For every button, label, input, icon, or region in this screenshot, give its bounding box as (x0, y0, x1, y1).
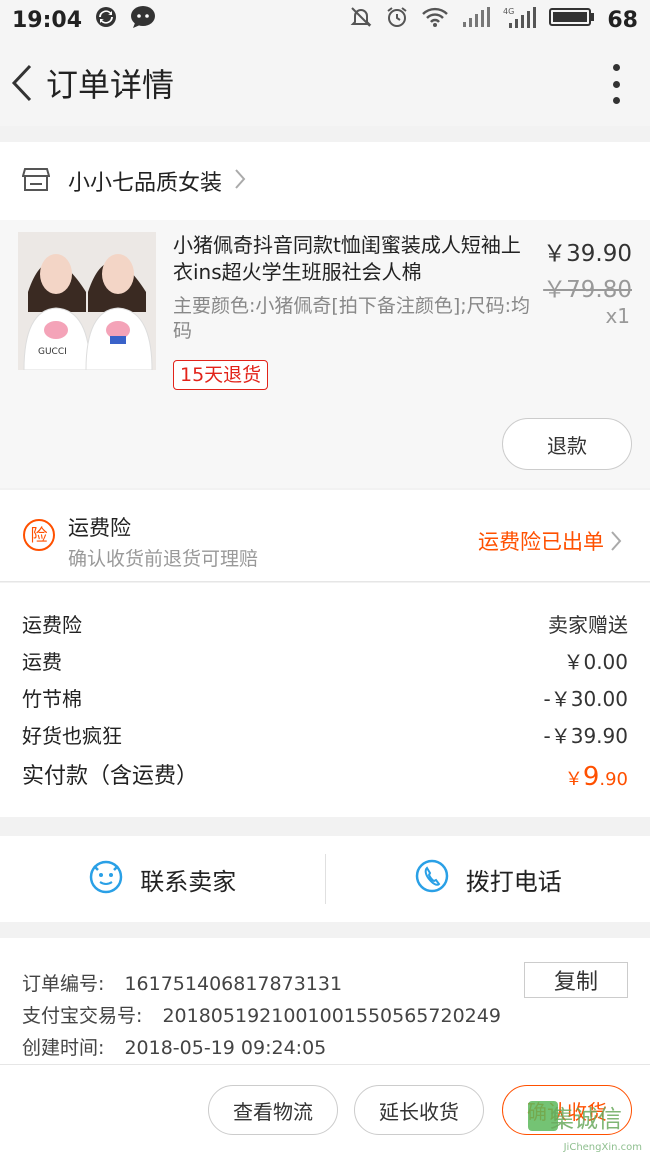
fee-value: -￥30.00 (543, 687, 628, 711)
fee-label: 运费 (22, 650, 62, 674)
sync-icon (94, 5, 118, 35)
product-image[interactable]: GUCCI (18, 232, 156, 370)
bottom-action-bar: 查看物流 延长收货 确认收货 集诚信 JiChengXin.com (0, 1064, 650, 1155)
battery-icon (549, 7, 595, 33)
chat-bubble-icon (130, 5, 156, 35)
shop-row[interactable]: 小小七品质女装 (0, 142, 650, 220)
more-menu-button[interactable] (606, 64, 626, 104)
chevron-right-icon (234, 168, 246, 194)
order-item[interactable]: GUCCI 小猪佩奇抖音同款t恤闺蜜装成人短袖上衣ins超火学生班服社会人棉 主… (0, 220, 650, 488)
alipay-number-value: 2018051921001001550565720249 (162, 1005, 501, 1027)
shipping-insurance-row[interactable]: 险 运费险 确认收货前退货可理赔 运费险已出单 (0, 490, 650, 582)
fee-row: 竹节棉 -￥30.00 (22, 681, 628, 718)
total-paid-value: ￥9.90 (565, 755, 628, 799)
return-policy-badge: 15天退货 (173, 360, 269, 390)
created-time-value: 2018-05-19 09:24:05 (124, 1037, 327, 1059)
fee-value: ￥0.00 (563, 650, 628, 674)
nav-bar: 订单详情 (0, 40, 650, 126)
fee-row: 好货也疯狂 -￥39.90 (22, 718, 628, 755)
insurance-status: 运费险已出单 (478, 530, 604, 554)
status-bar: 19:04 4G 68 (0, 0, 650, 40)
shop-name: 小小七品质女装 (68, 171, 223, 196)
signal-4g-icon: 4G (503, 5, 537, 35)
product-spec: 主要颜色:小猪佩奇[拍下备注颜色];尺码:均码 (173, 295, 531, 342)
product-quantity: x1 (605, 304, 630, 328)
battery-level: 68 (607, 7, 638, 33)
insurance-icon-char: 险 (31, 526, 48, 546)
watermark: 集诚信 JiChengXin.com (526, 1095, 646, 1153)
total-currency: ￥ (564, 769, 583, 790)
product-title[interactable]: 小猪佩奇抖音同款t恤闺蜜装成人短袖上衣ins超火学生班服社会人棉 (173, 232, 533, 286)
created-time-label: 创建时间: (22, 1037, 105, 1059)
refund-button[interactable]: 退款 (502, 418, 632, 470)
insurance-subtitle: 确认收货前退货可理赔 (68, 548, 259, 570)
svg-text:4G: 4G (503, 7, 514, 16)
fee-row: 运费险 卖家赠送 (22, 607, 628, 644)
total-int: 9 (582, 762, 600, 792)
alipay-number-label: 支付宝交易号: (22, 1005, 143, 1027)
copy-button[interactable]: 复制 (524, 962, 628, 998)
watermark-logo-icon: 集诚信 (528, 1101, 622, 1133)
watermark-text: JiChengXin.com (563, 1142, 642, 1153)
fee-label: 运费险 (22, 613, 82, 637)
more-dot-icon (612, 80, 620, 88)
chevron-right-icon (610, 530, 622, 556)
svg-text:集诚信: 集诚信 (550, 1105, 622, 1133)
signal-icon (461, 6, 491, 34)
extend-receipt-button[interactable]: 延长收货 (354, 1085, 484, 1135)
chevron-left-icon (11, 64, 32, 102)
total-paid-label: 实付款（含运费） (22, 764, 199, 789)
svg-text:GUCCI: GUCCI (38, 347, 67, 357)
wifi-icon (421, 6, 449, 34)
page-title: 订单详情 (46, 66, 175, 104)
contact-bar: 联系卖家 拨打电话 (0, 836, 650, 922)
mute-icon (349, 5, 373, 35)
call-phone-label: 拨打电话 (465, 867, 562, 896)
total-paid-row: 实付款（含运费） ￥9.90 (22, 755, 628, 799)
created-time-row: 创建时间: 2018-05-19 09:24:05 (22, 1032, 628, 1064)
product-original-price: ￥79.80 (543, 277, 632, 303)
more-dot-icon (612, 97, 620, 104)
fee-value: 卖家赠送 (548, 613, 628, 637)
insurance-title: 运费险 (68, 516, 131, 540)
chat-face-icon (88, 858, 124, 900)
more-dot-icon (612, 64, 620, 71)
fee-summary: 运费险 卖家赠送 运费 ￥0.00 竹节棉 -￥30.00 好货也疯狂 -￥39… (0, 583, 650, 817)
alarm-icon (385, 5, 409, 35)
alipay-number-row: 支付宝交易号: 2018051921001001550565720249 (22, 1000, 628, 1032)
order-number-label: 订单编号: (22, 973, 105, 995)
store-icon (21, 166, 51, 196)
fee-label: 好货也疯狂 (22, 724, 122, 748)
view-logistics-button[interactable]: 查看物流 (208, 1085, 338, 1135)
order-info: 订单编号: 161751406817873131 支付宝交易号: 2018051… (0, 938, 650, 1064)
phone-icon (414, 858, 450, 900)
insurance-icon: 险 (22, 518, 56, 556)
product-price: ￥39.90 (543, 241, 632, 267)
order-number-value: 161751406817873131 (124, 973, 343, 995)
fee-row: 运费 ￥0.00 (22, 644, 628, 681)
call-phone-button[interactable]: 拨打电话 (326, 836, 650, 922)
fee-value: -￥39.90 (543, 724, 628, 748)
back-button[interactable] (4, 58, 40, 108)
fee-label: 竹节棉 (22, 687, 82, 711)
status-time: 19:04 (12, 7, 83, 33)
total-dec: .90 (599, 769, 628, 790)
contact-seller-label: 联系卖家 (140, 867, 237, 896)
contact-seller-button[interactable]: 联系卖家 (0, 836, 325, 922)
